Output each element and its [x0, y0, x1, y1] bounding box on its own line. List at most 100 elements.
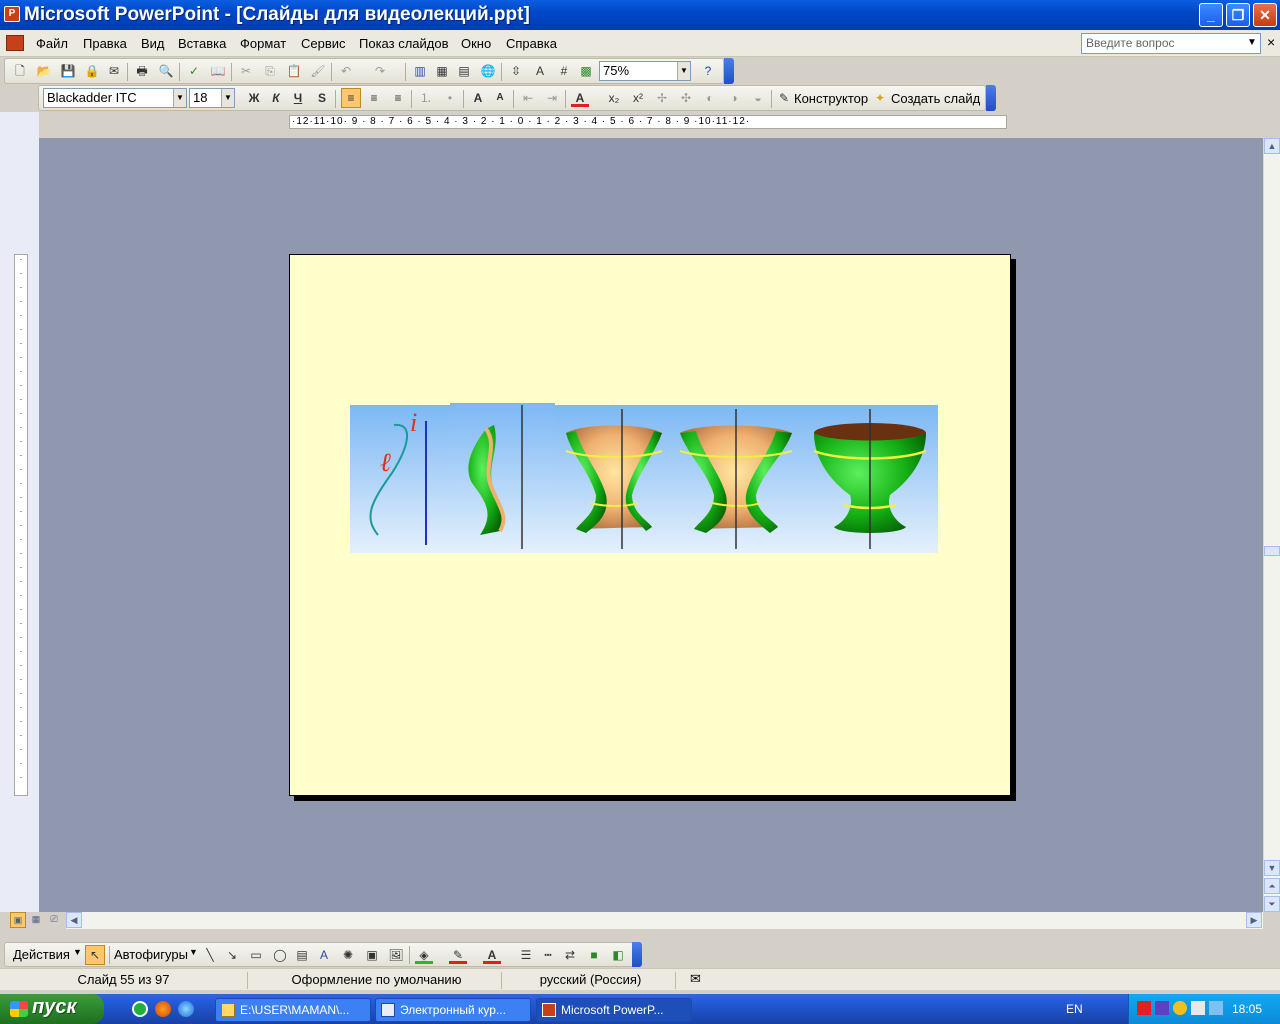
menu-help[interactable]: Справка: [506, 36, 557, 51]
doc-close-button[interactable]: ×: [1267, 34, 1275, 50]
language-indicator[interactable]: EN: [1066, 1002, 1083, 1016]
redo-icon[interactable]: ↷: [371, 62, 389, 80]
previous-slide-button[interactable]: ⏶: [1264, 878, 1280, 894]
design-name[interactable]: Оформление по умолчанию: [252, 972, 502, 989]
toolbar-options-handle[interactable]: [632, 942, 642, 967]
comment-icon[interactable]: ◑: [725, 89, 743, 107]
permission-icon[interactable]: 🔒: [83, 62, 101, 80]
show-formatting-icon[interactable]: A: [531, 62, 549, 80]
scroll-up-button[interactable]: ▲: [1264, 138, 1280, 154]
spelling-icon[interactable]: ✓: [185, 62, 203, 80]
scroll-left-button[interactable]: ◀: [66, 912, 82, 928]
hyperlink-icon[interactable]: 🌐: [479, 62, 497, 80]
decrease-indent-icon[interactable]: ⇤: [519, 89, 537, 107]
menu-view[interactable]: Вид: [141, 36, 165, 51]
undo-icon[interactable]: ↶: [337, 62, 355, 80]
vertical-scrollbar[interactable]: ▲ ▼ ⏶ ⏷: [1263, 138, 1280, 912]
maximize-button[interactable]: ❐: [1226, 3, 1250, 27]
menu-window[interactable]: Окно: [461, 36, 491, 51]
open-icon[interactable]: 📂: [35, 62, 53, 80]
numbering-icon[interactable]: ⒈: [417, 89, 435, 107]
chevron-down-icon[interactable]: ▼: [677, 62, 690, 80]
menu-format[interactable]: Формат: [240, 36, 286, 51]
designer-icon[interactable]: ✎: [775, 89, 793, 107]
increase-indent-icon[interactable]: ⇥: [543, 89, 561, 107]
expand-icon[interactable]: ⇳: [507, 62, 525, 80]
surface-of-revolution-figure[interactable]: ℓ i: [350, 403, 938, 555]
email-icon[interactable]: ✉: [105, 62, 123, 80]
new-icon[interactable]: 🗋: [11, 62, 29, 80]
shadow-style-icon[interactable]: ■: [585, 946, 603, 964]
spelling-status-icon[interactable]: ✉: [690, 971, 701, 987]
toolbar-options-handle[interactable]: [986, 85, 996, 111]
save-icon[interactable]: 💾: [59, 62, 77, 80]
menu-tools[interactable]: Сервис: [301, 36, 346, 51]
autoshapes-menu[interactable]: Автофигуры: [114, 947, 188, 962]
subscript-icon[interactable]: x₂: [605, 89, 623, 107]
underline-button[interactable]: Ч: [289, 89, 307, 107]
firefox-icon[interactable]: [155, 1001, 171, 1017]
network-icon[interactable]: [1155, 1001, 1169, 1015]
grid-icon[interactable]: #: [555, 62, 573, 80]
cut-icon[interactable]: ✂: [237, 62, 255, 80]
effects-icon[interactable]: ✣: [677, 89, 695, 107]
print-icon[interactable]: 🖶: [133, 62, 151, 80]
scroll-right-button[interactable]: ▶: [1246, 912, 1262, 928]
messenger-icon[interactable]: [1173, 1001, 1187, 1015]
rectangle-icon[interactable]: ▭: [247, 946, 265, 964]
task-powerpoint[interactable]: Microsoft PowerP...: [536, 998, 692, 1022]
clipart-icon[interactable]: ▣: [363, 946, 381, 964]
slideshow-button[interactable]: ⎚: [46, 912, 62, 928]
start-button[interactable]: пуск: [0, 994, 104, 1024]
antivirus-icon[interactable]: [1137, 1001, 1151, 1015]
ink-icon[interactable]: ◐: [701, 89, 719, 107]
minimize-button[interactable]: _: [1199, 3, 1223, 27]
scroll-down-button[interactable]: ▼: [1264, 860, 1280, 876]
picture-icon[interactable]: 🖼: [387, 946, 405, 964]
help-icon[interactable]: ?: [699, 62, 717, 80]
compare-icon[interactable]: ◒: [749, 89, 767, 107]
scroll-thumb[interactable]: [1264, 546, 1280, 556]
chevron-down-icon[interactable]: ▼: [73, 947, 82, 957]
3d-style-icon[interactable]: ◧: [609, 946, 627, 964]
animation-icon[interactable]: ✢: [653, 89, 671, 107]
powerpoint-icon[interactable]: P: [4, 6, 20, 22]
next-slide-button[interactable]: ⏷: [1264, 896, 1280, 912]
oval-icon[interactable]: ◯: [271, 946, 289, 964]
wordart-icon[interactable]: A: [315, 946, 333, 964]
bold-button[interactable]: Ж: [245, 89, 263, 107]
line-icon[interactable]: ╲: [201, 946, 219, 964]
table-icon[interactable]: ▦: [433, 62, 451, 80]
superscript-icon[interactable]: x²: [629, 89, 647, 107]
new-slide-button[interactable]: Создать слайд: [891, 91, 980, 106]
format-painter-icon[interactable]: 🖌: [309, 62, 327, 80]
chart-icon[interactable]: ▥: [411, 62, 429, 80]
new-slide-icon[interactable]: ✦: [871, 89, 889, 107]
icq-icon[interactable]: [132, 1001, 148, 1017]
close-button[interactable]: ✕: [1253, 3, 1277, 27]
italic-button[interactable]: К: [267, 89, 285, 107]
diagram-icon[interactable]: ✺: [339, 946, 357, 964]
paste-icon[interactable]: 📋: [285, 62, 303, 80]
horizontal-scrollbar[interactable]: ◀ ▶: [66, 912, 1263, 929]
line-style-icon[interactable]: ☰: [517, 946, 535, 964]
font-select[interactable]: Blackadder ITC ▼: [43, 88, 187, 108]
research-icon[interactable]: 📖: [209, 62, 227, 80]
shrink-font-icon[interactable]: A: [491, 89, 509, 107]
tables-borders-icon[interactable]: ▤: [455, 62, 473, 80]
menu-insert[interactable]: Вставка: [178, 36, 226, 51]
chevron-down-icon[interactable]: ▼: [173, 89, 186, 107]
arrow-icon[interactable]: ↘: [223, 946, 241, 964]
align-right-icon[interactable]: ≡: [389, 89, 407, 107]
document-icon[interactable]: [6, 35, 24, 51]
bullets-icon[interactable]: •: [441, 89, 459, 107]
grow-font-icon[interactable]: A: [469, 89, 487, 107]
line-color-icon[interactable]: ✎: [449, 946, 467, 964]
font-color-icon[interactable]: A: [483, 946, 501, 964]
help-search-input[interactable]: Введите вопрос: [1081, 33, 1261, 54]
dash-style-icon[interactable]: ┅: [539, 946, 557, 964]
preview-icon[interactable]: 🔍: [157, 62, 175, 80]
task-explorer[interactable]: E:\USER\MAMAN\...: [215, 998, 371, 1022]
align-left-icon[interactable]: ≡: [341, 88, 361, 108]
align-center-icon[interactable]: ≡: [365, 89, 383, 107]
